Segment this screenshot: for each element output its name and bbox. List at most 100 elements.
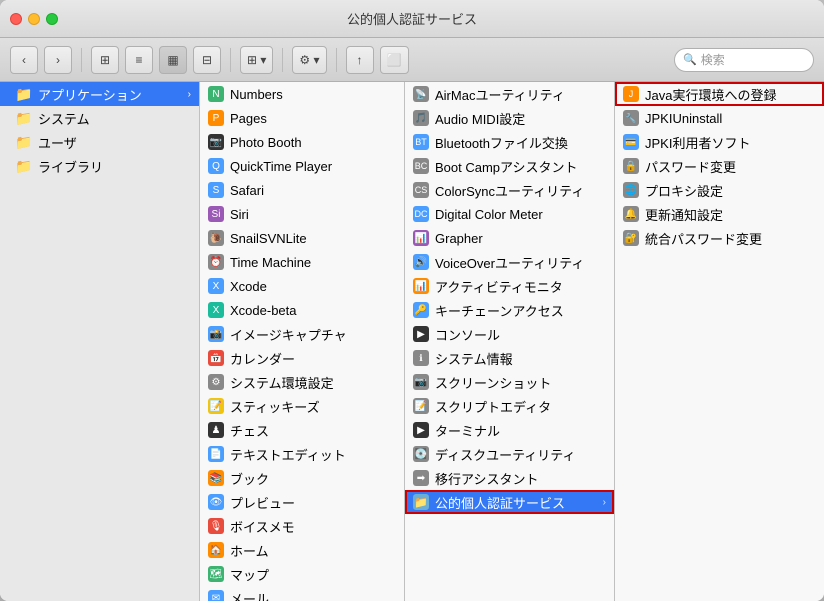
list-item[interactable]: 🗺マップ [200,562,404,586]
list-item[interactable]: SSafari [200,178,404,202]
list-item[interactable]: 📅カレンダー [200,346,404,370]
toolbar: ‹ › ⊞ ≡ ▦ ⊟ ⊞ ▾ ⚙ ▾ ↑ ⬜ 🔍 検索 [0,38,824,82]
app-icon: S [208,182,224,198]
list-item[interactable]: 🔧 JPKIUninstall [615,106,824,130]
list-item[interactable]: 📷Photo Booth [200,130,404,154]
view-gallery-button[interactable]: ⊟ [193,46,221,74]
folder-icon: 📁 [16,86,32,102]
list-item[interactable]: 📡AirMacユーティリティ [405,82,614,106]
list-item[interactable]: NNumbers [200,82,404,106]
list-item[interactable]: 🎙ボイスメモ [200,514,404,538]
list-item-kojin[interactable]: 📁 公的個人認証サービス › [405,490,614,514]
toolbar-separator-2 [230,48,231,72]
list-item[interactable]: BCBoot Campアシスタント [405,154,614,178]
sidebar-item-user[interactable]: 📁 ユーザ [0,130,199,154]
list-item[interactable]: ♟チェス [200,418,404,442]
list-item[interactable]: 📝スクリプトエディタ [405,394,614,418]
sidebar-item-library[interactable]: 📁 ライブラリ [0,154,199,178]
list-item[interactable]: 🔒 パスワード変更 [615,154,824,178]
list-item[interactable]: QQuickTime Player [200,154,404,178]
list-item[interactable]: 🔔 更新通知設定 [615,202,824,226]
view-dropdown-button[interactable]: ⊞ ▾ [240,46,273,74]
toolbar-separator-1 [81,48,82,72]
list-item[interactable]: 💽ディスクユーティリティ [405,442,614,466]
list-item[interactable]: BTBluetoothファイル交換 [405,130,614,154]
app-icon: N [208,86,224,102]
list-item[interactable]: ℹシステム情報 [405,346,614,370]
back-button[interactable]: ‹ [10,46,38,74]
list-item[interactable]: 📊Grapher [405,226,614,250]
view-list-button[interactable]: ≡ [125,46,153,74]
list-item[interactable]: ▶コンソール [405,322,614,346]
list-item[interactable]: 🐌SnailSVNLite [200,226,404,250]
app-icon: ▶ [413,422,429,438]
list-item[interactable]: ➡移行アシスタント [405,466,614,490]
app-icon: 🔐 [623,230,639,246]
list-item[interactable]: 📷スクリーンショット [405,370,614,394]
title-bar: 公的個人認証サービス [0,0,824,38]
list-item-java[interactable]: J Java実行環境への登録 [615,82,824,106]
list-item[interactable]: PPages [200,106,404,130]
toolbar-separator-4 [336,48,337,72]
list-item[interactable]: ⏰Time Machine [200,250,404,274]
list-item[interactable]: 📝スティッキーズ [200,394,404,418]
list-item[interactable]: ✉メール [200,586,404,601]
kojin-label: 公的個人認証サービス [435,493,597,512]
app-icon: 🗺 [208,566,224,582]
app-icon: P [208,110,224,126]
list-item[interactable]: 💳 JPKI利用者ソフト [615,130,824,154]
app-icon: 💳 [623,134,639,150]
view-columns-button[interactable]: ▦ [159,46,187,74]
list-item[interactable]: DCDigital Color Meter [405,202,614,226]
action-button[interactable]: ⚙ ▾ [292,46,326,74]
list-item[interactable]: 🔑キーチェーンアクセス [405,298,614,322]
view-icons-button[interactable]: ⊞ [91,46,119,74]
share-button[interactable]: ↑ [346,46,374,74]
content-area: 📁 アプリケーション › 📁 システム 📁 ユーザ 📁 ライブラリ NNumbe… [0,82,824,601]
list-item[interactable]: 📊アクティビティモニタ [405,274,614,298]
list-item[interactable]: 🎵Audio MIDI設定 [405,106,614,130]
forward-button[interactable]: › [44,46,72,74]
list-item[interactable]: XXcode [200,274,404,298]
list-item[interactable]: 🏠ホーム [200,538,404,562]
maximize-button[interactable] [46,13,58,25]
search-input[interactable]: 🔍 検索 [674,48,814,72]
sidebar-item-applications[interactable]: 📁 アプリケーション › [0,82,199,106]
close-button[interactable] [10,13,22,25]
app-icon: 📝 [208,398,224,414]
folder-icon: 📁 [16,134,32,150]
tags-button[interactable]: ⬜ [380,46,409,74]
sidebar-item-label: アプリケーション [38,85,182,104]
app-icon: 🔧 [623,110,639,126]
app-icon: 📊 [413,230,429,246]
list-item[interactable]: 🔐 統合パスワード変更 [615,226,824,250]
app-icon: J [623,86,639,102]
app-icon: 🐌 [208,230,224,246]
list-item[interactable]: 🔊VoiceOverユーティリティ [405,250,614,274]
list-item[interactable]: 🌐 プロキシ設定 [615,178,824,202]
app-icon: 🔊 [413,254,429,270]
list-item[interactable]: CSColorSyncユーティリティ [405,178,614,202]
app-icon: 🎙 [208,518,224,534]
app-icon: 🔔 [623,206,639,222]
list-item[interactable]: 📚ブック [200,466,404,490]
list-item[interactable]: 📄テキストエディット [200,442,404,466]
app-icon: ⏰ [208,254,224,270]
app-icon: X [208,278,224,294]
app-icon: 🏠 [208,542,224,558]
app-icon: 📷 [208,134,224,150]
app-icon: 💽 [413,446,429,462]
app-icon: ➡ [413,470,429,486]
minimize-button[interactable] [28,13,40,25]
app-icon: X [208,302,224,318]
app-icon: 🔑 [413,302,429,318]
col-panel-kojin: J Java実行環境への登録 🔧 JPKIUninstall 💳 JPKI利用者… [615,82,824,601]
search-icon: 🔍 [683,53,697,66]
sidebar-item-system[interactable]: 📁 システム [0,106,199,130]
list-item[interactable]: 📸イメージキャプチャ [200,322,404,346]
list-item[interactable]: XXcode-beta [200,298,404,322]
list-item[interactable]: SiSiri [200,202,404,226]
list-item[interactable]: ⚙システム環境設定 [200,370,404,394]
list-item[interactable]: 👁プレビュー [200,490,404,514]
list-item[interactable]: ▶ターミナル [405,418,614,442]
